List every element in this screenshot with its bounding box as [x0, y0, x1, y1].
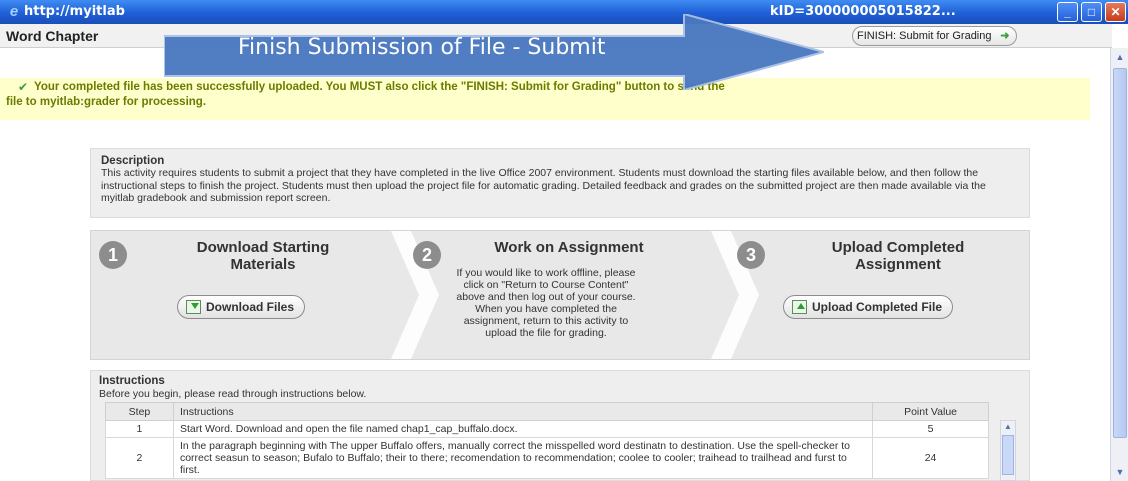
close-button[interactable]: ✕: [1105, 2, 1126, 22]
upload-completed-file-button[interactable]: Upload Completed File: [783, 295, 954, 319]
window-scrollbar[interactable]: ▲ ▼: [1110, 48, 1128, 481]
download-files-label: Download Files: [206, 300, 295, 314]
step-2-title: Work on Assignment: [494, 239, 644, 256]
maximize-button[interactable]: □: [1081, 2, 1102, 22]
column-header-step: Step: [105, 402, 174, 421]
download-icon: [186, 300, 201, 314]
step-2-body: If you would like to work offline, pleas…: [456, 267, 636, 339]
window-url-left: http://myitlab: [24, 4, 125, 19]
scroll-down-icon[interactable]: ▼: [1113, 465, 1127, 479]
instructions-table: Step Instructions Point Value 1 Start Wo…: [105, 402, 1023, 479]
step-3-title: Upload Completed Assignment: [831, 239, 965, 273]
step-2-number: 2: [413, 241, 441, 269]
scrollbar-thumb[interactable]: [1113, 68, 1127, 438]
instructions-panel: Instructions Before you begin, please re…: [90, 370, 1030, 481]
page-title: Word Chapter: [6, 28, 99, 44]
instructions-heading: Instructions: [99, 375, 165, 387]
table-row: 1 Start Word. Download and open the file…: [105, 420, 1023, 438]
scroll-up-icon[interactable]: ▲: [1113, 50, 1127, 64]
annotation-text: Finish Submission of File - Submit: [238, 35, 606, 60]
description-body: This activity requires students to submi…: [101, 167, 986, 204]
scroll-up-icon[interactable]: ▲: [1002, 421, 1014, 433]
upload-completed-file-label: Upload Completed File: [812, 300, 943, 314]
scrollbar-thumb[interactable]: [1002, 435, 1014, 475]
step-1-title: Download Starting Materials: [196, 239, 330, 273]
points-cell: 24: [872, 437, 989, 479]
internet-explorer-icon: e: [9, 3, 19, 20]
step-cell: 1: [105, 420, 174, 438]
step-cell: 2: [105, 437, 174, 479]
notice-line-2: file to myitlab:grader for processing.: [6, 96, 207, 108]
minimize-button[interactable]: _: [1057, 2, 1078, 22]
step-3-number: 3: [737, 241, 765, 269]
step-1-number: 1: [99, 241, 127, 269]
instruction-cell: In the paragraph beginning with The uppe…: [172, 437, 874, 479]
column-header-point-value: Point Value: [872, 402, 989, 421]
check-icon: ✔: [18, 80, 29, 94]
instructions-subheading: Before you begin, please read through in…: [99, 388, 367, 400]
description-panel: Description This activity requires stude…: [90, 148, 1030, 218]
finish-button-label: FINISH: Submit for Grading: [857, 30, 992, 42]
column-header-instructions: Instructions: [172, 402, 874, 421]
steps-panel: 1 Download Starting Materials Download F…: [90, 230, 1030, 360]
finish-submit-button[interactable]: FINISH: Submit for Grading ➜: [852, 26, 1017, 46]
description-heading: Description: [101, 155, 165, 167]
instruction-cell: Start Word. Download and open the file n…: [172, 420, 874, 438]
table-row: 2 In the paragraph beginning with The up…: [105, 437, 1023, 479]
arrow-right-icon: ➜: [1000, 30, 1010, 42]
download-files-button[interactable]: Download Files: [177, 295, 306, 319]
table-scroll-gutter: [988, 403, 1022, 421]
points-cell: 5: [872, 420, 989, 438]
instructions-scrollbar[interactable]: ▲: [1000, 420, 1016, 481]
upload-icon: [792, 300, 807, 314]
